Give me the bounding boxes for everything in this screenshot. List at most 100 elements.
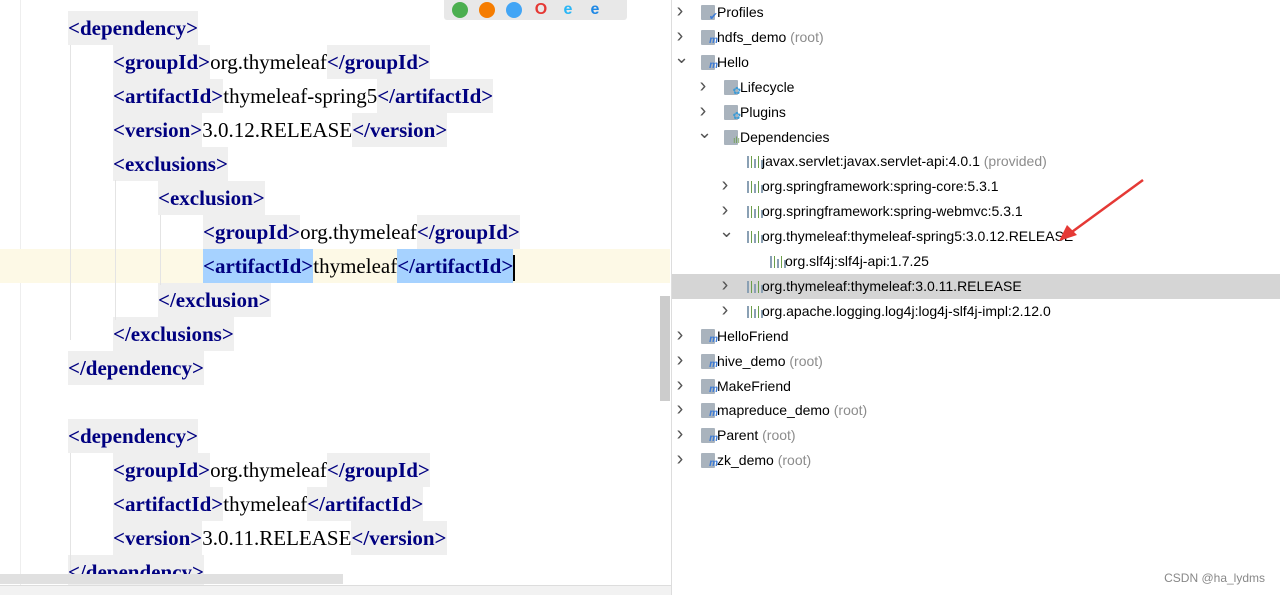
chevron-right-icon[interactable]: › bbox=[697, 75, 709, 97]
tree-item[interactable]: › org.springframework:spring-core:5.3.1 bbox=[672, 174, 1280, 199]
code-line[interactable]: <version>3.0.12.RELEASE</version> bbox=[0, 113, 670, 147]
tree-item[interactable]: › m mapreduce_demo (root) bbox=[672, 398, 1280, 423]
tree-item[interactable]: › m MakeFriend bbox=[672, 374, 1280, 399]
tree-item[interactable]: ⌄ ılı Dependencies bbox=[672, 123, 1280, 150]
chevron-right-icon[interactable]: › bbox=[719, 299, 731, 321]
horizontal-scrollbar[interactable] bbox=[0, 574, 343, 584]
tree-item[interactable]: › ✿ Lifecycle bbox=[672, 75, 1280, 100]
item-name: zk_demo bbox=[717, 452, 774, 469]
chevron-right-icon[interactable]: › bbox=[674, 324, 686, 346]
xml-close-tag: </groupId> bbox=[326, 45, 430, 79]
tree-item[interactable]: › m hdfs_demo (root) bbox=[672, 25, 1280, 50]
tree-item-label: Plugins bbox=[740, 100, 786, 125]
chevron-right-icon[interactable]: › bbox=[719, 274, 731, 296]
item-name: javax.servlet:javax.servlet-api:4.0.1 bbox=[762, 153, 980, 170]
chevron-right-icon[interactable]: › bbox=[674, 374, 686, 396]
tree-item[interactable]: › m HelloFriend bbox=[672, 324, 1280, 349]
chevron-down-icon[interactable]: ⌄ bbox=[674, 48, 689, 66]
tree-item-label: org.apache.logging.log4j:log4j-slf4j-imp… bbox=[762, 299, 1051, 324]
chevron-right-icon[interactable]: › bbox=[719, 199, 731, 221]
xml-close-tag: </groupId> bbox=[326, 453, 430, 487]
item-name: Profiles bbox=[717, 4, 764, 20]
chevron-right-icon[interactable]: › bbox=[674, 349, 686, 371]
text-caret bbox=[513, 255, 516, 282]
code-line[interactable]: </exclusion> bbox=[0, 283, 670, 317]
library-icon bbox=[747, 179, 763, 194]
tree-item[interactable]: ⌄ org.thymeleaf:thymeleaf-spring5:3.0.12.… bbox=[672, 222, 1280, 249]
tree-item[interactable]: javax.servlet:javax.servlet-api:4.0.1 (p… bbox=[672, 149, 1280, 174]
chrome-icon[interactable] bbox=[452, 2, 468, 18]
ie-icon[interactable]: e bbox=[560, 2, 576, 18]
library-icon bbox=[747, 229, 763, 244]
module-icon: m bbox=[701, 353, 718, 369]
module-icon: m bbox=[701, 453, 718, 469]
tree-item[interactable]: › ✿ Plugins bbox=[672, 100, 1280, 125]
item-name: MakeFriend bbox=[717, 377, 791, 394]
chevron-right-icon[interactable]: › bbox=[674, 423, 686, 445]
tree-item-label: org.slf4j:slf4j-api:1.7.25 bbox=[785, 249, 929, 274]
tree-item[interactable]: › ✔ Profiles bbox=[672, 0, 1280, 25]
module-icon: m bbox=[701, 328, 718, 344]
chevron-down-icon[interactable]: ⌄ bbox=[697, 123, 712, 141]
opera-icon[interactable]: O bbox=[533, 2, 549, 18]
tree-item[interactable]: › m Parent (root) bbox=[672, 423, 1280, 448]
xml-open-tag: <artifactId> bbox=[113, 79, 224, 113]
code-line[interactable]: <version>3.0.11.RELEASE</version> bbox=[0, 521, 670, 555]
vertical-scrollbar[interactable] bbox=[660, 296, 670, 401]
item-name: HelloFriend bbox=[717, 327, 789, 344]
item-name: Dependencies bbox=[740, 128, 830, 145]
tree-item-label: Hello bbox=[717, 50, 749, 75]
xml-close-tag: </version> bbox=[351, 521, 447, 555]
maven-tree-panel[interactable]: › ✔ Profiles › m hdfs_demo (root) ⌄ m Hello › ✿ Lif… bbox=[672, 0, 1280, 595]
chevron-down-icon[interactable]: ⌄ bbox=[719, 222, 734, 240]
item-scope: (root) bbox=[786, 28, 824, 45]
tree-item[interactable]: › org.thymeleaf:thymeleaf:3.0.11.RELEASE bbox=[672, 273, 1280, 299]
xml-open-tag: <exclusions> bbox=[113, 147, 228, 181]
code-line[interactable]: <dependency> bbox=[0, 419, 670, 453]
tree-item-label: org.springframework:spring-core:5.3.1 bbox=[762, 174, 999, 199]
chevron-right-icon[interactable]: › bbox=[674, 398, 686, 420]
code-line[interactable]: </exclusions> bbox=[0, 317, 670, 351]
chevron-right-icon[interactable]: › bbox=[674, 0, 686, 22]
tree-item-label: org.thymeleaf:thymeleaf:3.0.11.RELEASE bbox=[762, 274, 1022, 299]
chevron-right-icon[interactable]: › bbox=[674, 448, 686, 470]
module-icon: m bbox=[701, 378, 718, 394]
tree-item[interactable]: ⌄ m Hello bbox=[672, 48, 1280, 75]
code-line[interactable]: <artifactId>thymeleaf</artifactId> bbox=[0, 249, 670, 283]
code-editor[interactable]: <dependency> <groupId>org.thymeleaf</grou… bbox=[0, 0, 672, 595]
chevron-right-icon[interactable]: › bbox=[697, 100, 709, 122]
code-line[interactable]: <groupId>org.thymeleaf</groupId> bbox=[0, 45, 670, 79]
tree-item[interactable]: › m zk_demo (root) bbox=[672, 448, 1280, 473]
code-line[interactable]: <artifactId>thymeleaf-spring5</artifactI… bbox=[0, 79, 670, 113]
browser-preview-bar: Oee bbox=[444, 0, 627, 20]
xml-value: thymeleaf bbox=[313, 254, 398, 278]
code-line[interactable]: <artifactId>thymeleaf</artifactId> bbox=[0, 487, 670, 521]
tree-item-label: zk_demo (root) bbox=[717, 448, 811, 473]
code-line[interactable]: <exclusions> bbox=[0, 147, 670, 181]
indent-guide bbox=[70, 453, 71, 570]
code-line[interactable]: <groupId>org.thymeleaf</groupId> bbox=[0, 453, 670, 487]
xml-open-tag: <dependency> bbox=[68, 11, 199, 45]
tree-item[interactable]: › m hive_demo (root) bbox=[672, 349, 1280, 374]
code-line[interactable]: <exclusion> bbox=[0, 181, 670, 215]
safari-icon[interactable] bbox=[506, 2, 522, 18]
code-line[interactable]: <groupId>org.thymeleaf</groupId> bbox=[0, 215, 670, 249]
item-scope: (root) bbox=[773, 452, 812, 469]
tree-item[interactable]: › org.apache.logging.log4j:log4j-slf4j-im… bbox=[672, 299, 1280, 324]
xml-value: 3.0.12.RELEASE bbox=[202, 118, 353, 142]
chevron-right-icon[interactable]: › bbox=[674, 25, 686, 47]
xml-close-tag: </version> bbox=[352, 113, 448, 147]
profiles-icon: ✔ bbox=[701, 5, 718, 23]
edge-icon[interactable]: e bbox=[587, 2, 603, 18]
code-line[interactable]: </dependency> bbox=[0, 351, 670, 385]
firefox-icon[interactable] bbox=[479, 2, 495, 18]
item-name: hdfs_demo bbox=[717, 28, 787, 45]
item-scope: (provided) bbox=[979, 153, 1047, 170]
tree-item[interactable]: › org.springframework:spring-webmvc:5.3.1 bbox=[672, 199, 1280, 224]
chevron-right-icon[interactable]: › bbox=[719, 174, 731, 196]
item-name: org.springframework:spring-core:5.3.1 bbox=[762, 178, 999, 195]
tree-item[interactable]: org.slf4j:slf4j-api:1.7.25 bbox=[672, 249, 1280, 274]
tree-item-label: hdfs_demo (root) bbox=[717, 25, 824, 50]
item-name: mapreduce_demo bbox=[717, 402, 830, 419]
xml-close-tag: </artifactId> bbox=[307, 487, 424, 521]
